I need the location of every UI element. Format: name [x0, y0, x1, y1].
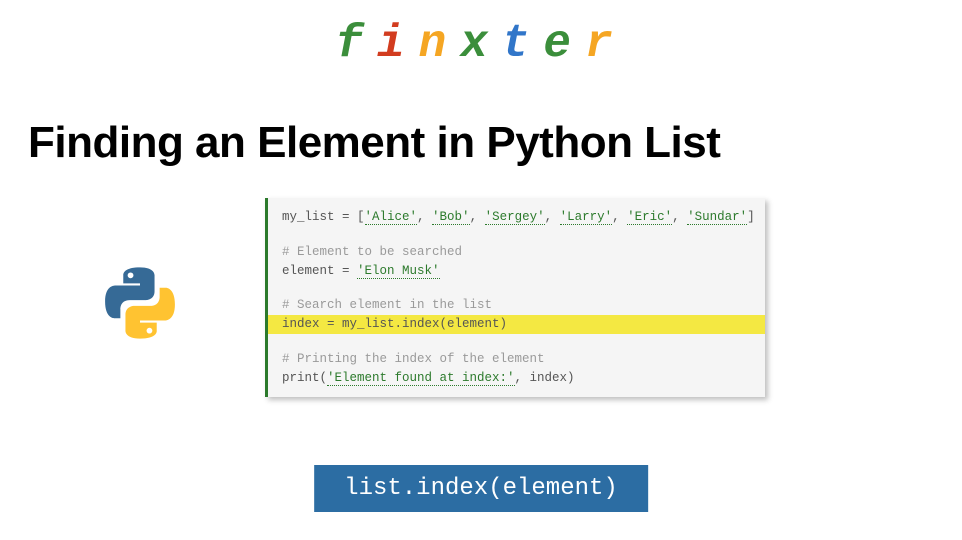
code-line-6: # Printing the index of the element: [282, 350, 751, 369]
logo-letter-x: x: [460, 18, 502, 70]
logo-letter-e: e: [543, 18, 585, 70]
brand-logo: finxter: [0, 0, 962, 70]
code-line-3: element = 'Elon Musk': [282, 262, 751, 281]
code-line-7: print('Element found at index:', index): [282, 369, 751, 388]
logo-letter-t: t: [502, 18, 544, 70]
logo-letter-r: r: [585, 18, 627, 70]
code-line-5-highlighted: index = my_list.index(element): [268, 315, 765, 334]
python-logo-icon: [100, 263, 180, 343]
logo-letter-i: i: [377, 18, 419, 70]
logo-letter-f: f: [335, 18, 377, 70]
content-row: my_list = ['Alice', 'Bob', 'Sergey', 'La…: [0, 198, 962, 397]
syntax-signature: list.index(element): [314, 465, 648, 512]
code-line-2: # Element to be searched: [282, 243, 751, 262]
logo-letter-n: n: [419, 18, 461, 70]
code-block: my_list = ['Alice', 'Bob', 'Sergey', 'La…: [265, 198, 765, 397]
code-line-4: # Search element in the list: [282, 296, 751, 315]
page-title: Finding an Element in Python List: [28, 118, 962, 168]
code-line-1: my_list = ['Alice', 'Bob', 'Sergey', 'La…: [282, 208, 751, 227]
